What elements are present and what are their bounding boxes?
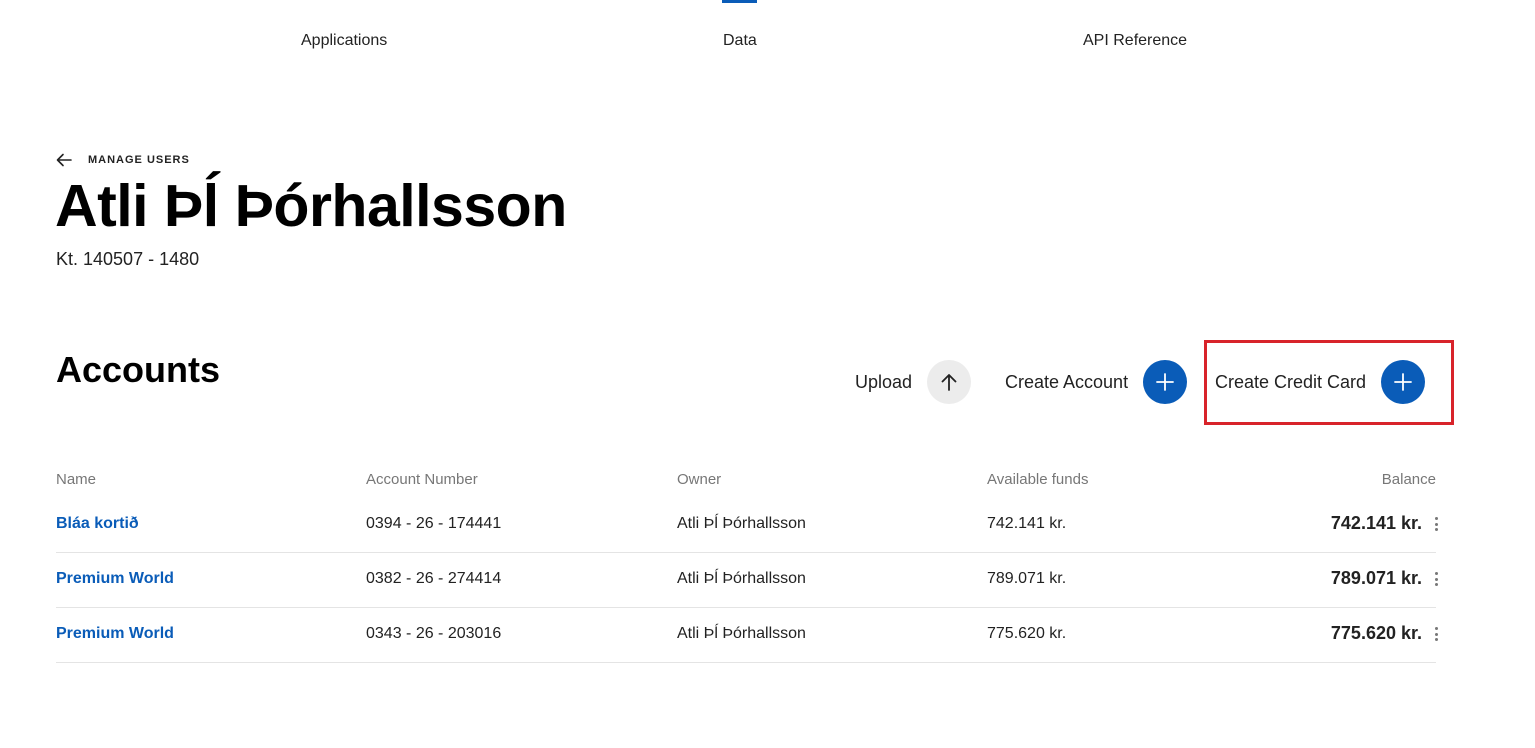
- balance: 789.071 kr.: [1330, 568, 1422, 588]
- balance: 775.620 kr.: [1330, 623, 1422, 643]
- arrow-up-icon: [927, 360, 972, 404]
- account-number: 0343 - 26 - 203016: [366, 625, 502, 642]
- account-number: 0382 - 26 - 274414: [366, 570, 502, 587]
- upload-label: Upload: [855, 371, 913, 392]
- upload-button[interactable]: Upload: [855, 360, 972, 404]
- available-funds: 789.071 kr.: [987, 570, 1067, 587]
- create-credit-card-label: Create Credit Card: [1215, 371, 1367, 392]
- user-id-number: Kt. 140507 - 1480: [56, 249, 200, 269]
- arrow-left-icon: [56, 153, 72, 167]
- account-name-link[interactable]: Bláa kortið: [56, 515, 139, 533]
- nav-item-data[interactable]: Data: [723, 32, 757, 50]
- account-owner: Atli Þĺ Þórhallsson: [677, 570, 806, 587]
- accounts-section-title: Accounts: [56, 349, 221, 390]
- table-row: Bláa kortið 0394 - 26 - 174441 Atli Þĺ Þ…: [56, 498, 1438, 553]
- nav-active-indicator: [722, 0, 757, 3]
- create-account-button[interactable]: Create Account: [1005, 360, 1188, 404]
- table-row: Premium World 0382 - 26 - 274414 Atli Þĺ…: [56, 553, 1438, 608]
- more-options-icon[interactable]: [1432, 570, 1440, 588]
- accounts-table: Name Account Number Owner Available fund…: [56, 462, 1438, 663]
- nav-item-api-reference[interactable]: API Reference: [1083, 32, 1187, 50]
- balance: 742.141 kr.: [1330, 513, 1422, 533]
- plus-icon: [1381, 360, 1426, 404]
- back-to-manage-users-link[interactable]: MANAGE USERS: [56, 153, 190, 167]
- page-title: Atli Þĺ Þórhallsson: [55, 173, 567, 239]
- column-header-available-funds: Available funds: [987, 471, 1089, 488]
- create-account-label: Create Account: [1005, 371, 1129, 392]
- account-name-link[interactable]: Premium World: [56, 570, 174, 588]
- more-options-icon[interactable]: [1432, 625, 1440, 643]
- available-funds: 775.620 kr.: [987, 625, 1067, 642]
- account-name-link[interactable]: Premium World: [56, 625, 174, 643]
- create-credit-card-button[interactable]: Create Credit Card: [1215, 360, 1426, 404]
- column-header-name: Name: [56, 471, 97, 488]
- more-options-icon[interactable]: [1432, 515, 1440, 533]
- account-owner: Atli Þĺ Þórhallsson: [677, 625, 806, 642]
- page: Applications Data API Reference MANAGE U…: [0, 0, 1535, 748]
- account-number: 0394 - 26 - 174441: [366, 515, 502, 532]
- column-header-owner: Owner: [677, 471, 722, 488]
- nav-item-applications[interactable]: Applications: [301, 32, 387, 50]
- table-row: Premium World 0343 - 26 - 203016 Atli Þĺ…: [56, 608, 1438, 663]
- back-link-label: MANAGE USERS: [88, 154, 190, 166]
- column-header-balance: Balance: [1381, 471, 1436, 488]
- table-header: Name Account Number Owner Available fund…: [56, 462, 1436, 498]
- available-funds: 742.141 kr.: [987, 515, 1067, 532]
- plus-icon: [1143, 360, 1188, 404]
- account-owner: Atli Þĺ Þórhallsson: [677, 515, 806, 532]
- column-header-account-number: Account Number: [366, 471, 478, 488]
